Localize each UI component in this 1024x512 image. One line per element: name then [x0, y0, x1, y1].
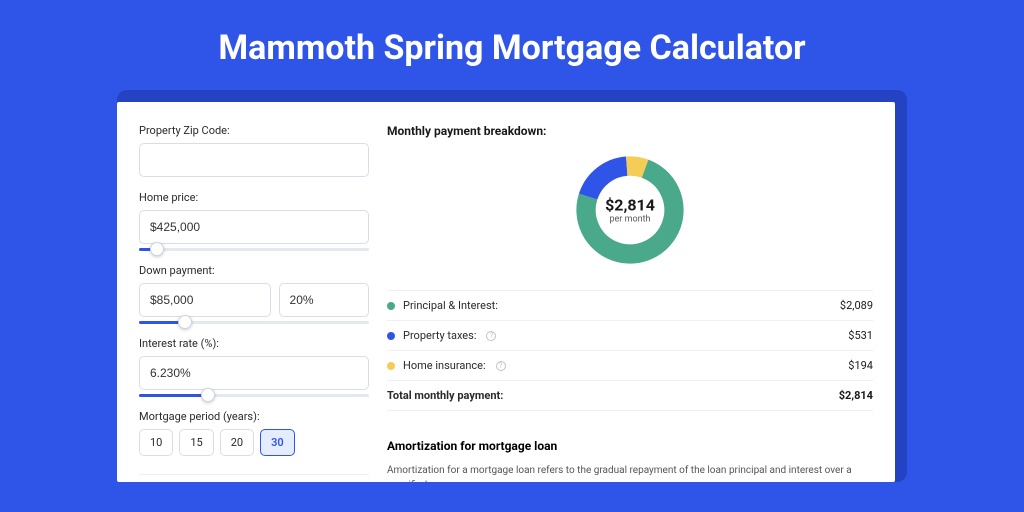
- legend-row: Principal & Interest: $2,089: [387, 291, 873, 321]
- legend-value: $194: [848, 359, 873, 372]
- legend-name: Home insurance:: [403, 359, 486, 372]
- legend-row: Home insurance: ? $194: [387, 351, 873, 381]
- legend-total-value: $2,814: [839, 389, 873, 402]
- legend-dot: [387, 302, 395, 310]
- legend-total-label: Total monthly payment:: [387, 389, 503, 402]
- amortization-text: Amortization for a mortgage loan refers …: [387, 463, 873, 482]
- amortization-heading: Amortization for mortgage loan: [387, 439, 873, 453]
- rate-input[interactable]: [139, 356, 369, 390]
- legend-total-row: Total monthly payment: $2,814: [387, 381, 873, 411]
- down-slider[interactable]: [139, 315, 369, 329]
- down-percent-input[interactable]: [279, 283, 369, 317]
- field-down: Down payment:: [139, 264, 369, 329]
- price-label: Home price:: [139, 191, 369, 204]
- card-shadow-wrap: Property Zip Code: Home price: Down paym…: [117, 90, 907, 482]
- down-amount-input[interactable]: [139, 283, 271, 317]
- amortization-section: Amortization for mortgage loan Amortizat…: [387, 425, 873, 482]
- period-button-15[interactable]: 15: [179, 429, 213, 456]
- legend-value: $531: [848, 329, 873, 342]
- period-buttons: 1015 2030: [139, 429, 369, 456]
- legend-name: Property taxes:: [403, 329, 476, 342]
- period-button-10[interactable]: 10: [139, 429, 173, 456]
- donut-wrap: $2,814 per month: [387, 152, 873, 268]
- field-zip: Property Zip Code:: [139, 124, 369, 177]
- field-rate: Interest rate (%):: [139, 337, 369, 402]
- donut-sub: per month: [605, 215, 655, 225]
- rate-label: Interest rate (%):: [139, 337, 369, 350]
- price-input[interactable]: [139, 210, 369, 244]
- breakdown-heading: Monthly payment breakdown:: [387, 124, 873, 138]
- form-panel: Property Zip Code: Home price: Down paym…: [139, 124, 369, 482]
- rate-slider-thumb[interactable]: [201, 388, 215, 402]
- price-slider-thumb[interactable]: [150, 242, 164, 256]
- legend-value: $2,089: [840, 299, 873, 312]
- legend-row: Property taxes: ? $531: [387, 321, 873, 351]
- field-price: Home price:: [139, 191, 369, 256]
- legend: Principal & Interest: $2,089 Property ta…: [387, 290, 873, 411]
- info-icon[interactable]: ?: [486, 331, 496, 341]
- period-button-30[interactable]: 30: [260, 429, 295, 456]
- donut-center: $2,814 per month: [605, 196, 655, 225]
- zip-label: Property Zip Code:: [139, 124, 369, 137]
- down-label: Down payment:: [139, 264, 369, 277]
- field-period: Mortgage period (years): 1015 2030: [139, 410, 369, 456]
- breakdown-panel: Monthly payment breakdown: $2,814 per mo…: [387, 124, 873, 482]
- rate-slider[interactable]: [139, 388, 369, 402]
- page-title: Mammoth Spring Mortgage Calculator: [0, 0, 1024, 90]
- legend-dot: [387, 332, 395, 340]
- price-slider[interactable]: [139, 242, 369, 256]
- info-icon[interactable]: ?: [496, 361, 506, 371]
- donut-chart: $2,814 per month: [572, 152, 688, 268]
- calculator-card: Property Zip Code: Home price: Down paym…: [117, 102, 895, 482]
- legend-dot: [387, 362, 395, 370]
- period-label: Mortgage period (years):: [139, 410, 369, 423]
- legend-name: Principal & Interest:: [403, 299, 498, 312]
- donut-amount: $2,814: [605, 196, 655, 215]
- down-slider-thumb[interactable]: [178, 315, 192, 329]
- veteran-row: I am veteran or military: [139, 474, 369, 482]
- period-button-20[interactable]: 20: [220, 429, 254, 456]
- zip-input[interactable]: [139, 143, 369, 177]
